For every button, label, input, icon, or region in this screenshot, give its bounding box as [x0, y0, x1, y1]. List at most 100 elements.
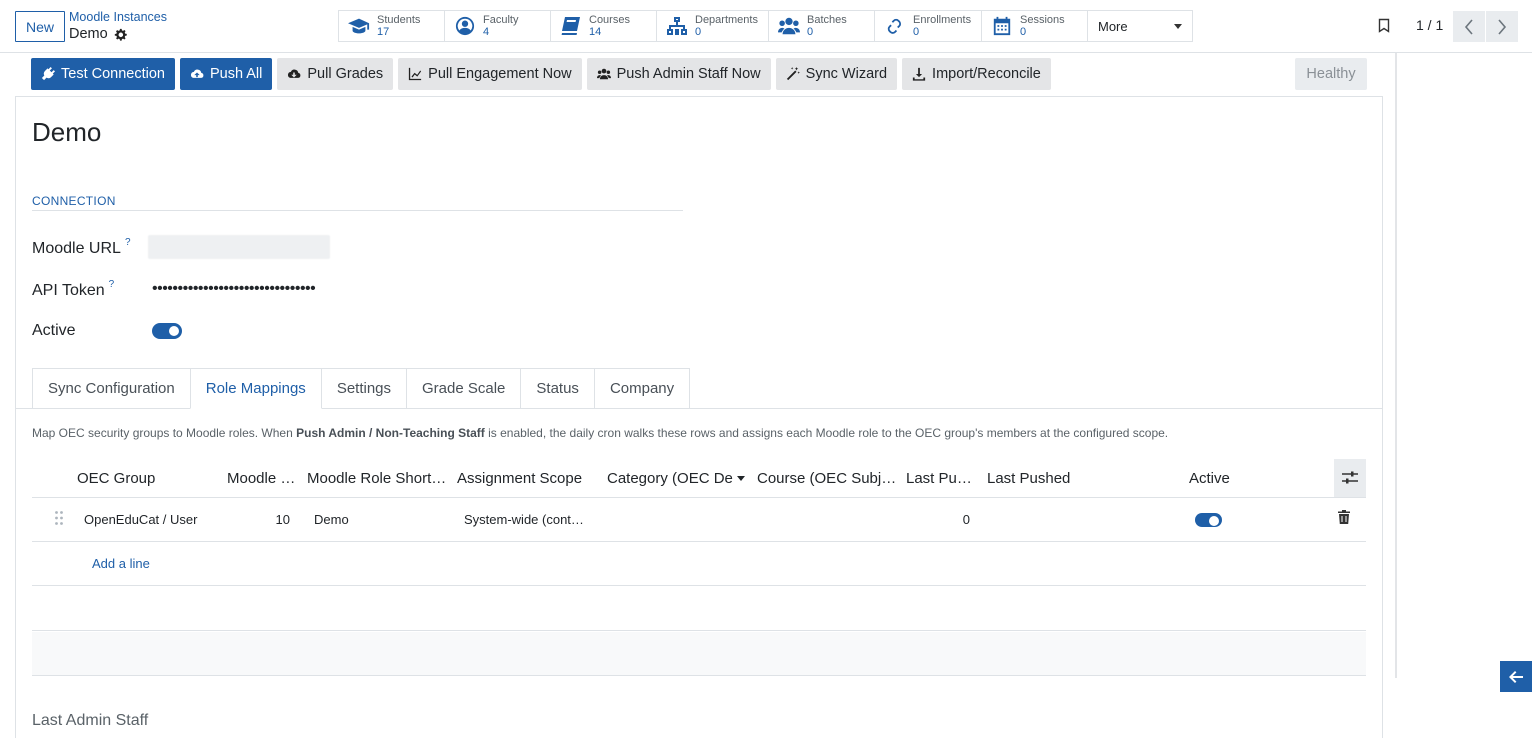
api-token-field[interactable]: •••••••••••••••••••••••••••••••• [152, 280, 316, 298]
test-connection-button[interactable]: Test Connection [31, 58, 175, 90]
smart-button-value: 0 [807, 26, 814, 38]
last-admin-staff-label: Last Admin Staff [32, 712, 149, 729]
role-mappings-help-text: Map OEC security groups to Moodle roles.… [32, 426, 1168, 440]
table-row[interactable]: OpenEduCat / User 10 Demo System-wide (c… [32, 498, 1366, 542]
help-text-prefix: Map OEC security groups to Moodle roles.… [32, 426, 297, 440]
smart-button-value: 0 [695, 26, 702, 38]
pager-next-button[interactable] [1486, 11, 1518, 42]
column-header-moodle-role-id[interactable]: Moodle … [227, 470, 297, 487]
smart-button-batches[interactable]: Batches 0 [768, 10, 874, 42]
chevron-down-icon [1174, 23, 1182, 29]
pager-previous-button[interactable] [1453, 11, 1485, 42]
smart-button-value: 0 [1020, 26, 1027, 38]
help-text-suffix: is enabled, the daily cron walks these r… [484, 426, 1169, 440]
column-header-category[interactable]: Category (OEC De [607, 470, 747, 487]
smart-button-value: 17 [377, 26, 390, 38]
smart-button-faculty[interactable]: Faculty 4 [444, 10, 550, 42]
control-panel: New Moodle Instances Demo Students 17 Fac… [0, 0, 1532, 53]
smart-button-enrollments[interactable]: Enrollments 0 [874, 10, 981, 42]
add-a-line-link[interactable]: Add a line [92, 556, 150, 571]
smart-button-courses[interactable]: Courses 14 [550, 10, 656, 42]
smart-button-students[interactable]: Students 17 [338, 10, 444, 42]
pull-engagement-button[interactable]: Pull Engagement Now [398, 58, 582, 90]
sync-wizard-button[interactable]: Sync Wizard [775, 58, 898, 90]
record-title[interactable]: Demo [32, 117, 101, 148]
cell-last-pus[interactable]: 0 [906, 512, 970, 527]
section-divider [32, 210, 683, 211]
tab-settings[interactable]: Settings [321, 368, 407, 409]
tab-sync-configuration[interactable]: Sync Configuration [32, 368, 190, 409]
pull-grades-button[interactable]: Pull Grades [277, 58, 394, 90]
expand-chatter-button[interactable] [1500, 661, 1532, 692]
smart-button-label: Batches [807, 14, 847, 26]
help-tooltip-icon[interactable]: ? [109, 279, 115, 290]
cloud-upload-icon [190, 69, 204, 78]
cell-role-short-name[interactable]: Demo [314, 512, 444, 527]
users-icon [596, 68, 611, 80]
chevron-left-icon [1464, 18, 1473, 35]
smart-button-label: Departments [695, 14, 758, 26]
row-active-toggle[interactable] [1195, 513, 1222, 527]
more-dropdown[interactable]: More [1087, 10, 1193, 42]
cell-assignment-scope[interactable]: System-wide (cont… [464, 512, 589, 527]
status-badge[interactable]: Healthy [1295, 58, 1367, 90]
smart-button-label: Courses [589, 14, 630, 26]
cloud-download-icon [288, 69, 301, 78]
empty-row [32, 587, 1366, 631]
tab-role-mappings[interactable]: Role Mappings [189, 368, 322, 409]
more-label: More [1098, 18, 1128, 34]
column-header-last-pushed[interactable]: Last Pushed [987, 470, 1127, 487]
arrow-left-icon [1509, 670, 1523, 683]
calendar-icon [990, 15, 1014, 37]
smart-button-departments[interactable]: Departments 0 [656, 10, 768, 42]
smart-button-label: Faculty [483, 14, 519, 26]
smart-button-value: 4 [483, 26, 490, 38]
breadcrumb-parent[interactable]: Moodle Instances [69, 10, 167, 24]
magic-wand-icon [786, 67, 800, 81]
users-icon [777, 15, 801, 37]
smart-button-sessions[interactable]: Sessions 0 [981, 10, 1087, 42]
download-icon [912, 67, 926, 81]
trash-icon[interactable] [1338, 510, 1350, 524]
column-header-oec-group[interactable]: OEC Group [77, 470, 217, 487]
chevron-right-icon [1498, 18, 1507, 35]
bookmark-icon[interactable] [1378, 18, 1390, 33]
import-reconcile-button[interactable]: Import/Reconcile [902, 58, 1051, 90]
notebook-tabs: Sync Configuration Role Mappings Setting… [32, 368, 691, 409]
active-toggle[interactable] [152, 323, 182, 339]
moodle-url-label: Moodle URL? [32, 237, 131, 258]
tab-company[interactable]: Company [593, 368, 691, 409]
tab-status[interactable]: Status [520, 368, 594, 409]
import-reconcile-label: Import/Reconcile [932, 66, 1041, 82]
cell-oec-group[interactable]: OpenEduCat / User [84, 512, 219, 527]
moodle-url-field[interactable] [148, 235, 330, 259]
api-token-label: API Token? [32, 279, 114, 300]
column-header-course[interactable]: Course (OEC Subje… [757, 470, 897, 487]
section-connection-title: CONNECTION [32, 194, 116, 208]
column-header-active[interactable]: Active [1189, 470, 1249, 487]
test-connection-label: Test Connection [61, 66, 165, 82]
gear-icon[interactable] [114, 28, 127, 41]
help-tooltip-icon[interactable]: ? [125, 237, 131, 248]
pager-value[interactable]: 1 / 1 [1416, 17, 1443, 33]
optional-columns-button[interactable] [1334, 459, 1366, 497]
breadcrumb-current: Demo [69, 26, 127, 42]
push-admin-staff-button[interactable]: Push Admin Staff Now [586, 58, 771, 90]
graduation-cap-icon [347, 15, 371, 37]
smart-buttons: Students 17 Faculty 4 Courses 14 Department… [338, 10, 1193, 42]
action-bar: Test Connection Push All Pull Grades Pul… [31, 58, 1051, 90]
column-header-assignment-scope[interactable]: Assignment Scope [457, 470, 597, 487]
empty-row [32, 632, 1366, 676]
sync-wizard-label: Sync Wizard [805, 66, 888, 82]
active-label: Active [32, 322, 76, 339]
tab-grade-scale[interactable]: Grade Scale [406, 368, 521, 409]
column-header-last-pus[interactable]: Last Pus… [906, 470, 978, 487]
cell-moodle-role-id[interactable]: 10 [227, 512, 290, 527]
push-all-button[interactable]: Push All [179, 58, 273, 90]
chatter-divider [1395, 53, 1397, 678]
sitemap-icon [665, 15, 689, 37]
plug-icon [41, 67, 55, 81]
drag-handle-icon[interactable] [54, 510, 64, 526]
column-header-role-short-name[interactable]: Moodle Role Short… [307, 470, 447, 487]
new-button[interactable]: New [15, 11, 65, 42]
